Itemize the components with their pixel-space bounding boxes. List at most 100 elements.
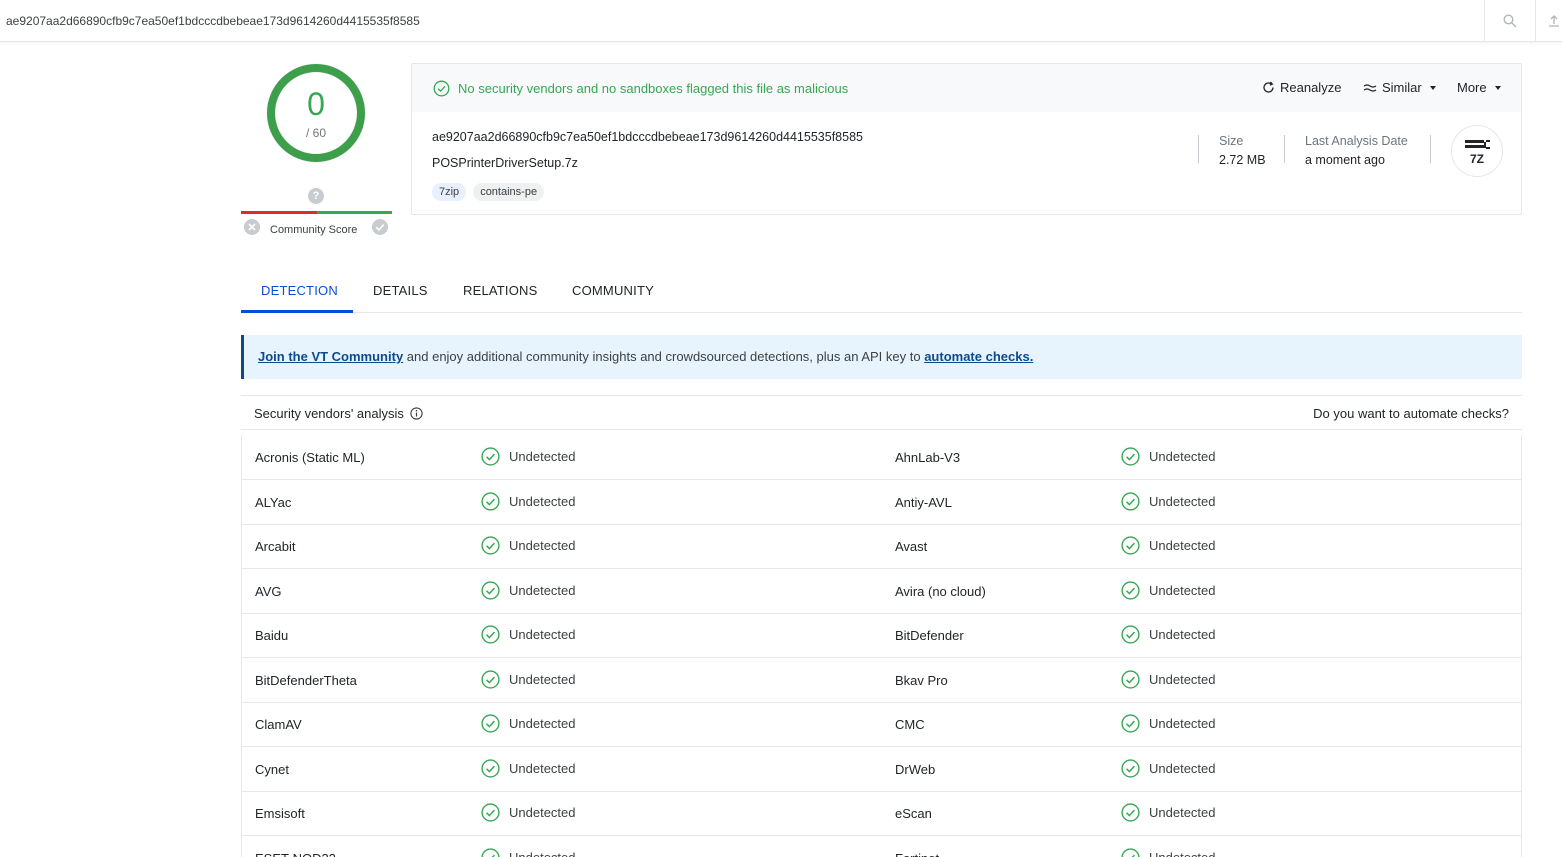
vendor-name: AVG xyxy=(255,583,282,599)
community-score-label: Community Score xyxy=(270,224,358,236)
check-circle-icon xyxy=(481,669,500,689)
chevron-down-icon xyxy=(1429,85,1436,90)
vote-harmless-negative-icon[interactable] xyxy=(243,218,261,236)
result-text: Undetected xyxy=(1149,493,1216,509)
table-row: ClamAV Undetected CMC Undetected xyxy=(242,702,1521,747)
banner-middle-text: and enjoy additional community insights … xyxy=(403,349,925,364)
refresh-icon xyxy=(1263,81,1274,93)
divider xyxy=(1284,135,1285,163)
vendor-name: Avast xyxy=(895,539,928,554)
table-row: ALYac Undetected Antiy-AVL Undetected xyxy=(242,480,1521,525)
more-label: More xyxy=(1457,80,1487,95)
summary-header: No security vendors and no sandboxes fla… xyxy=(412,64,1521,112)
result-text: Undetected xyxy=(509,805,576,820)
upload-button[interactable] xyxy=(1546,0,1562,41)
check-circle-icon xyxy=(481,803,500,822)
vote-harmless-positive-icon[interactable] xyxy=(371,218,389,236)
reanalyze-button[interactable]: Reanalyze xyxy=(1262,80,1341,95)
result-text: Undetected xyxy=(1149,849,1216,857)
tag-7zip[interactable]: 7zip xyxy=(432,183,467,201)
result-text: Undetected xyxy=(1149,671,1216,687)
vendor-name: Bkav Pro xyxy=(895,672,948,688)
vendor-name: BitDefenderTheta xyxy=(255,672,357,688)
vendor-name: ALYac xyxy=(255,494,292,510)
vendor-result: Undetected xyxy=(1121,536,1216,555)
vendors-title: Security vendors' analysis xyxy=(254,406,423,421)
tab-relations[interactable]: RELATIONS xyxy=(463,283,538,298)
file-name: POSPrinterDriverSetup.7z xyxy=(432,156,578,170)
vendor-result: Undetected xyxy=(481,714,576,733)
vendors-table: Acronis (Static ML) Undetected AhnLab-V3 Un… xyxy=(241,435,1522,857)
vendor-name: Arcabit xyxy=(255,539,296,554)
check-circle-icon xyxy=(1121,491,1140,511)
vendor-name: Avira (no cloud) xyxy=(895,583,986,599)
check-circle-icon xyxy=(481,536,500,555)
vendor-result: Undetected xyxy=(481,536,576,555)
tab-details[interactable]: DETAILS xyxy=(373,283,428,298)
vendor-name: BitDefender xyxy=(895,628,964,643)
result-text: Undetected xyxy=(509,716,576,731)
check-circle-icon xyxy=(1121,536,1140,555)
tab-community[interactable]: COMMUNITY xyxy=(572,283,654,298)
result-text: Undetected xyxy=(1149,805,1216,820)
divider xyxy=(1198,135,1199,163)
check-circle-icon xyxy=(1121,758,1140,778)
result-text: Undetected xyxy=(1149,627,1216,642)
check-circle-icon xyxy=(1121,714,1140,733)
more-dropdown[interactable]: More xyxy=(1457,80,1501,95)
status-message: No security vendors and no sandboxes fla… xyxy=(458,81,849,96)
result-text: Undetected xyxy=(509,538,576,553)
table-row: Arcabit Undetected Avast Undetected xyxy=(242,524,1521,569)
7z-file-icon: 7Z xyxy=(1451,125,1503,177)
check-circle-icon xyxy=(1121,803,1140,822)
similar-dropdown[interactable]: Similar xyxy=(1363,80,1436,95)
community-banner: Join the VT Community and enjoy addition… xyxy=(241,335,1522,379)
vendor-name: Fortinet xyxy=(895,851,939,857)
table-row: BitDefenderTheta Undetected Bkav Pro Undete… xyxy=(242,658,1521,703)
check-circle-icon xyxy=(1121,847,1140,857)
automate-checks-link[interactable]: automate checks. xyxy=(924,349,1033,364)
check-circle-icon xyxy=(1121,580,1140,600)
vendor-result: Undetected xyxy=(481,580,576,600)
last-analysis-label: Last Analysis Date xyxy=(1305,134,1408,148)
check-circle-icon xyxy=(481,847,500,857)
tab-detection[interactable]: DETECTION xyxy=(261,283,338,298)
check-circle-icon xyxy=(481,491,500,511)
check-circle-icon xyxy=(481,714,500,733)
table-row: AVG Undetected Avira (no cloud) Undetected xyxy=(242,569,1521,614)
search-icon xyxy=(1503,13,1517,27)
check-circle-icon xyxy=(481,447,500,466)
detection-total: / 60 xyxy=(305,126,326,140)
divider xyxy=(1430,135,1431,163)
result-text: Undetected xyxy=(509,582,576,598)
join-community-link[interactable]: Join the VT Community xyxy=(258,349,403,364)
table-row: ESET-NOD32 Undetected Fortinet Undetected xyxy=(242,836,1521,857)
result-text: Undetected xyxy=(1149,760,1216,776)
size-value: 2.72 MB xyxy=(1219,153,1266,167)
tag-contains-pe[interactable]: contains-pe xyxy=(473,183,545,201)
automate-checks-prompt[interactable]: Do you want to automate checks? xyxy=(1313,406,1509,421)
result-text: Undetected xyxy=(1149,582,1216,598)
vendor-result: Undetected xyxy=(481,847,576,857)
vendor-name: DrWeb xyxy=(895,761,936,777)
community-score-bar xyxy=(241,211,392,214)
detection-count: 0 xyxy=(307,86,325,122)
chevron-down-icon xyxy=(1494,85,1501,90)
vendor-name: eScan xyxy=(895,806,932,821)
vendor-name: Antiy-AVL xyxy=(895,494,952,510)
search-input[interactable] xyxy=(0,0,1484,41)
vendor-result: Undetected xyxy=(481,669,576,689)
similar-label: Similar xyxy=(1382,80,1422,95)
info-icon[interactable] xyxy=(410,407,423,420)
file-hash[interactable]: ae9207aa2d66890cfb9c7ea50ef1bdcccdbebeae… xyxy=(432,130,863,144)
check-circle-icon xyxy=(481,580,500,600)
detection-score-ring: 0 / 60 xyxy=(262,62,370,166)
search-button[interactable] xyxy=(1484,0,1536,41)
table-row: Emsisoft Undetected eScan Undetected xyxy=(242,791,1521,836)
vendor-name: Acronis (Static ML) xyxy=(255,450,365,465)
reanalyze-label: Reanalyze xyxy=(1280,80,1342,95)
vendor-result: Undetected xyxy=(481,625,576,644)
file-tags: 7zip contains-pe xyxy=(432,183,545,201)
vendor-result: Undetected xyxy=(481,447,576,466)
vendor-result: Undetected xyxy=(1121,847,1216,857)
